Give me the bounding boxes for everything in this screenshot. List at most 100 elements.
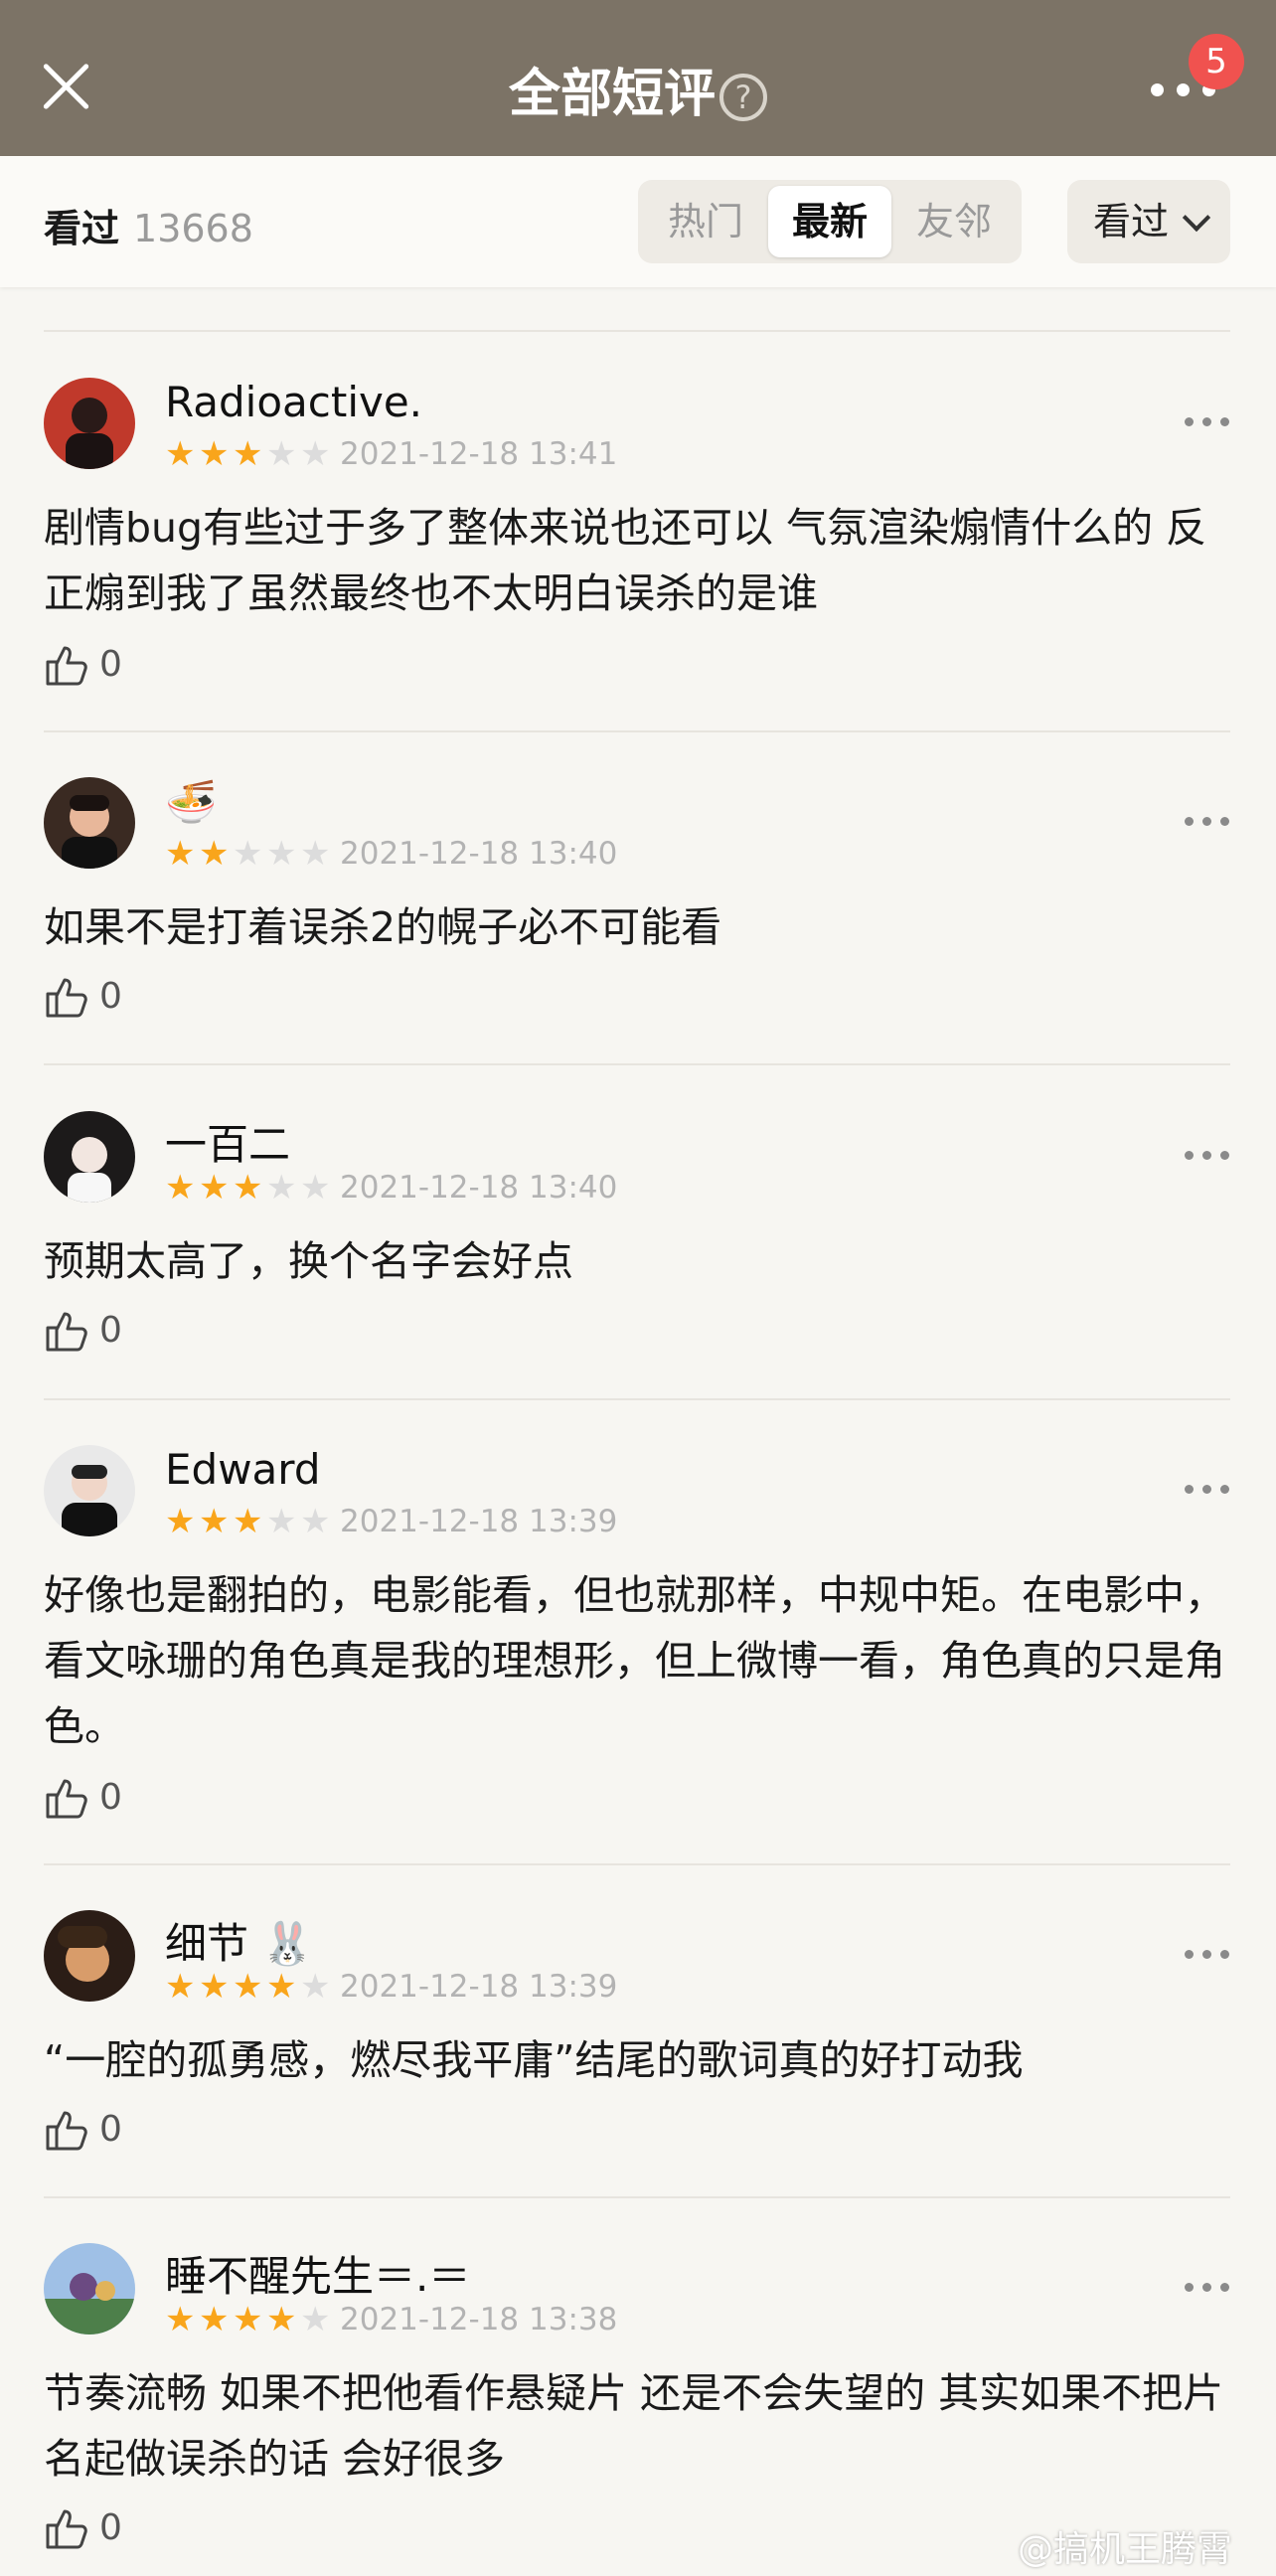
like-count: 0: [99, 1777, 122, 1818]
star-filled-icon: ★: [199, 1168, 230, 1208]
user-name[interactable]: Radioactive.: [165, 378, 422, 426]
divider: [44, 1398, 1230, 1400]
star-filled-icon: ★: [199, 1967, 230, 2007]
more-options-icon[interactable]: [1185, 2283, 1230, 2293]
chevron-down-icon: [1182, 203, 1211, 233]
star-rating: ★ ★ ★ ★ ★: [165, 1505, 334, 1538]
star-filled-icon: ★: [233, 434, 263, 474]
divider: [44, 1063, 1230, 1065]
more-options-icon[interactable]: [1185, 417, 1230, 427]
comment-date: 2021-12-18 13:39: [340, 1969, 618, 2005]
star-empty-icon: ★: [266, 1502, 297, 1541]
tab-friends[interactable]: 友邻: [892, 186, 1016, 257]
user-name[interactable]: 一百二: [165, 1111, 290, 1172]
user-name[interactable]: 🍜: [165, 777, 217, 827]
star-filled-icon: ★: [199, 434, 230, 474]
star-rating: ★ ★ ★ ★ ★: [165, 1970, 334, 2004]
comment-text: 剧情bug有些过于多了整体来说也还可以 气氛渲染煽情什么的 反正煽到我了虽然最终…: [44, 504, 1207, 617]
like-count: 0: [99, 976, 122, 1017]
page-title: 全部短评?: [0, 52, 1276, 126]
star-filled-icon: ★: [233, 1502, 263, 1541]
like-count: 0: [99, 2507, 122, 2548]
status-filter-dropdown[interactable]: 看过: [1067, 180, 1230, 263]
tab-hot[interactable]: 热门: [644, 186, 767, 257]
seen-label: 看过: [44, 207, 120, 250]
divider: [44, 730, 1230, 732]
divider: [44, 330, 1230, 332]
thumbs-up-icon: [46, 1312, 87, 1352]
star-rating: ★ ★ ★ ★ ★: [165, 837, 334, 871]
user-name[interactable]: Edward: [165, 1445, 320, 1494]
more-options-icon[interactable]: [1185, 1485, 1230, 1495]
star-empty-icon: ★: [300, 834, 331, 874]
comment-date: 2021-12-18 13:41: [340, 436, 618, 472]
avatar[interactable]: [44, 1111, 135, 1203]
star-empty-icon: ★: [300, 2300, 331, 2339]
star-filled-icon: ★: [165, 1967, 196, 2007]
star-rating: ★ ★ ★ ★ ★: [165, 1171, 334, 1205]
watermark: @搞机王腾霄: [1018, 2529, 1233, 2570]
sort-segmented-control: 热门 最新 友邻: [638, 180, 1022, 263]
star-empty-icon: ★: [266, 1168, 297, 1208]
comment-text: “一腔的孤勇感，燃尽我平庸”结尾的歌词真的好打动我: [44, 2036, 1024, 2084]
star-filled-icon: ★: [199, 834, 230, 874]
comment-text: 节奏流畅 如果不把他看作悬疑片 还是不会失望的 其实如果不把片名起做误杀的话 会…: [44, 2369, 1224, 2483]
thumbs-up-icon: [46, 1779, 87, 1819]
star-filled-icon: ★: [165, 434, 196, 474]
thumbs-up-icon: [46, 2111, 87, 2151]
page-title-text: 全部短评: [508, 65, 716, 124]
comment-text: 好像也是翻拍的，电影能看，但也就那样，中规中矩。在电影中，看文咏珊的角色真是我的…: [44, 1571, 1225, 1750]
star-filled-icon: ★: [165, 2300, 196, 2339]
avatar[interactable]: [44, 378, 135, 469]
avatar[interactable]: [44, 1445, 135, 1536]
star-empty-icon: ★: [300, 1967, 331, 2007]
star-filled-icon: ★: [233, 1168, 263, 1208]
avatar[interactable]: [44, 777, 135, 869]
star-filled-icon: ★: [233, 2300, 263, 2339]
star-rating: ★ ★ ★ ★ ★: [165, 437, 334, 471]
comment-date: 2021-12-18 13:40: [340, 1170, 618, 1206]
comment-date: 2021-12-18 13:38: [340, 2302, 618, 2337]
like-count: 0: [99, 1310, 122, 1351]
star-empty-icon: ★: [300, 1168, 331, 1208]
thumbs-up-icon: [46, 2509, 87, 2549]
divider: [44, 1863, 1230, 1865]
star-empty-icon: ★: [300, 1502, 331, 1541]
star-filled-icon: ★: [165, 834, 196, 874]
user-name[interactable]: 细节 🐰: [165, 1910, 314, 1971]
star-filled-icon: ★: [266, 2300, 297, 2339]
star-filled-icon: ★: [233, 1967, 263, 2007]
thumbs-up-icon: [46, 646, 87, 686]
star-filled-icon: ★: [199, 1502, 230, 1541]
avatar[interactable]: [44, 2243, 135, 2334]
star-filled-icon: ★: [165, 1168, 196, 1208]
comment-text: 如果不是打着误杀2的幌子必不可能看: [44, 903, 722, 951]
avatar[interactable]: [44, 1910, 135, 2002]
filter-bar: 看过 13668 热门 最新 友邻 看过: [0, 156, 1276, 287]
comment-date: 2021-12-18 13:40: [340, 836, 618, 872]
thumbs-up-icon: [46, 978, 87, 1018]
seen-count: 13668: [133, 207, 253, 250]
star-rating: ★ ★ ★ ★ ★: [165, 2303, 334, 2336]
notification-badge: 5: [1189, 34, 1244, 89]
comment-date: 2021-12-18 13:39: [340, 1504, 618, 1539]
more-options-icon[interactable]: [1185, 1950, 1230, 1960]
star-empty-icon: ★: [266, 834, 297, 874]
top-navbar: 全部短评? 5: [0, 0, 1276, 156]
dropdown-label: 看过: [1093, 200, 1170, 243]
star-filled-icon: ★: [199, 2300, 230, 2339]
star-empty-icon: ★: [233, 834, 263, 874]
star-empty-icon: ★: [266, 434, 297, 474]
help-icon[interactable]: ?: [719, 74, 767, 121]
user-name[interactable]: 睡不醒先生＝.＝: [165, 2243, 470, 2304]
divider: [44, 2196, 1230, 2198]
more-options-icon[interactable]: [1185, 817, 1230, 827]
like-count: 0: [99, 644, 122, 685]
star-empty-icon: ★: [300, 434, 331, 474]
more-options-icon[interactable]: [1185, 1151, 1230, 1161]
comment-text: 预期太高了，换个名字会好点: [44, 1237, 573, 1285]
star-filled-icon: ★: [266, 1967, 297, 2007]
star-filled-icon: ★: [165, 1502, 196, 1541]
seen-count-label: 看过 13668: [44, 198, 253, 252]
tab-latest[interactable]: 最新: [768, 186, 891, 257]
